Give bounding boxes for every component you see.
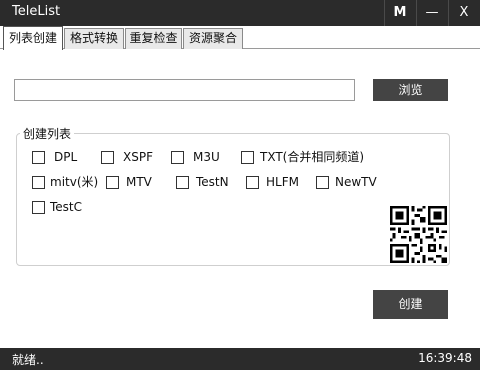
checkbox-dpl[interactable]: DPL (32, 150, 82, 166)
qr-code-icon (390, 206, 447, 263)
checkbox-label: HLFM (266, 175, 299, 189)
checkbox-box[interactable] (241, 151, 254, 164)
minimize-button[interactable]: — (416, 0, 448, 26)
create-button[interactable]: 创建 (373, 290, 448, 319)
tab-format-convert[interactable]: 格式转换 (64, 28, 124, 49)
tab-bar: 列表创建 格式转换 重复检查 资源聚合 (0, 26, 480, 50)
m-button[interactable]: M (384, 0, 416, 26)
status-text: 就绪.. (12, 353, 44, 367)
browse-button[interactable]: 浏览 (373, 79, 448, 101)
checkbox-box[interactable] (246, 176, 259, 189)
checkbox-label: NewTV (335, 175, 377, 189)
checkbox-testn[interactable]: TestN (176, 175, 236, 191)
checkbox-box[interactable] (32, 151, 45, 164)
checkbox-label: TXT(合并相同频道) (260, 150, 365, 164)
checkbox-label: XSPF (123, 150, 153, 164)
checkbox-label: DPL (54, 150, 78, 164)
status-bar: 就绪.. 16:39:48 (0, 348, 480, 370)
checkbox-hlfm[interactable]: HLFM (246, 175, 306, 191)
tab-list-create[interactable]: 列表创建 (3, 26, 63, 50)
close-button[interactable]: X (448, 0, 480, 26)
checkbox-label: MTV (126, 175, 152, 189)
checkbox-box[interactable] (32, 176, 45, 189)
checkbox-label: TestC (50, 200, 83, 214)
checkbox-box[interactable] (101, 151, 114, 164)
checkbox-mtv[interactable]: MTV (106, 175, 161, 191)
checkbox-box[interactable] (106, 176, 119, 189)
path-input[interactable] (14, 79, 355, 101)
checkbox-mitv[interactable]: mitv(米) (32, 175, 102, 191)
checkbox-label: mitv(米) (50, 175, 99, 189)
title-bar: TeleList M — X (0, 0, 480, 26)
checkbox-box[interactable] (316, 176, 329, 189)
checkbox-xspf[interactable]: XSPF (101, 150, 161, 166)
checkbox-label: TestN (196, 175, 229, 189)
group-legend: 创建列表 (20, 125, 75, 142)
checkbox-box[interactable] (176, 176, 189, 189)
checkbox-txt[interactable]: TXT(合并相同频道) (241, 150, 366, 166)
checkbox-testc[interactable]: TestC (32, 200, 87, 216)
tab-duplicate-check[interactable]: 重复检查 (125, 28, 182, 49)
checkbox-box[interactable] (32, 201, 45, 214)
checkbox-box[interactable] (171, 151, 184, 164)
checkbox-newtv[interactable]: NewTV (316, 175, 381, 191)
checkbox-label: M3U (193, 150, 220, 164)
window-title: TeleList (12, 4, 61, 19)
checkbox-m3u[interactable]: M3U (171, 150, 226, 166)
status-time: 16:39:48 (418, 351, 472, 365)
tab-resource-aggregate[interactable]: 资源聚合 (183, 28, 243, 49)
